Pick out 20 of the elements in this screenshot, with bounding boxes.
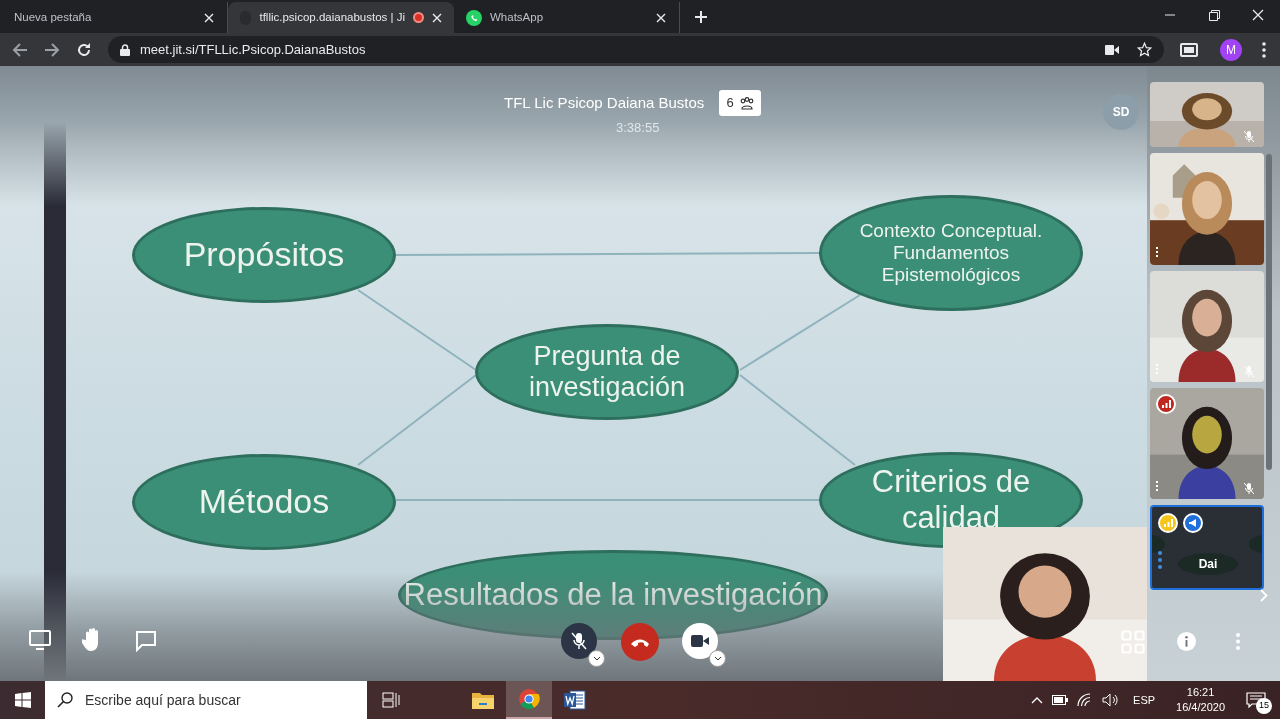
clock-date[interactable]: 16/4/2020 [1176, 700, 1225, 715]
diagram-node: Métodos [132, 454, 396, 550]
search-field[interactable]: Escribe aquí para buscar [45, 681, 367, 719]
address-bar[interactable]: meet.jit.si/TFLLic.Psicop.DaianaBustos [108, 36, 1164, 63]
local-video-tile[interactable]: Dai [1150, 505, 1264, 590]
diagram-node: Contexto Conceptual. Fundamentos Epistemológicos [819, 195, 1083, 311]
profile-avatar[interactable]: M [1220, 38, 1242, 61]
language-indicator[interactable]: ESP [1133, 691, 1156, 709]
url-text: meet.jit.si/TFLLic.Psicop.DaianaBustos [140, 40, 366, 59]
clock-time[interactable]: 16:21 [1186, 685, 1215, 700]
diagram-node: Propósitos [132, 207, 396, 303]
diagram-node: Pregunta de investigación [475, 324, 739, 420]
notifications-button[interactable]: 15 [1238, 684, 1274, 716]
browser-tab[interactable]: tfllic.psicop.daianabustos | Ji [228, 2, 454, 33]
speaker-avatar: SD [1103, 94, 1139, 130]
participants-badge[interactable]: 6 [719, 90, 761, 116]
participant-name: Dai [1178, 553, 1238, 575]
meeting-timer: 3:38:55 [616, 119, 660, 137]
meeting-title: TFL Lic Psicop Daiana Bustos [504, 92, 705, 113]
diagram-node: Resultados de la investigación [398, 550, 828, 640]
